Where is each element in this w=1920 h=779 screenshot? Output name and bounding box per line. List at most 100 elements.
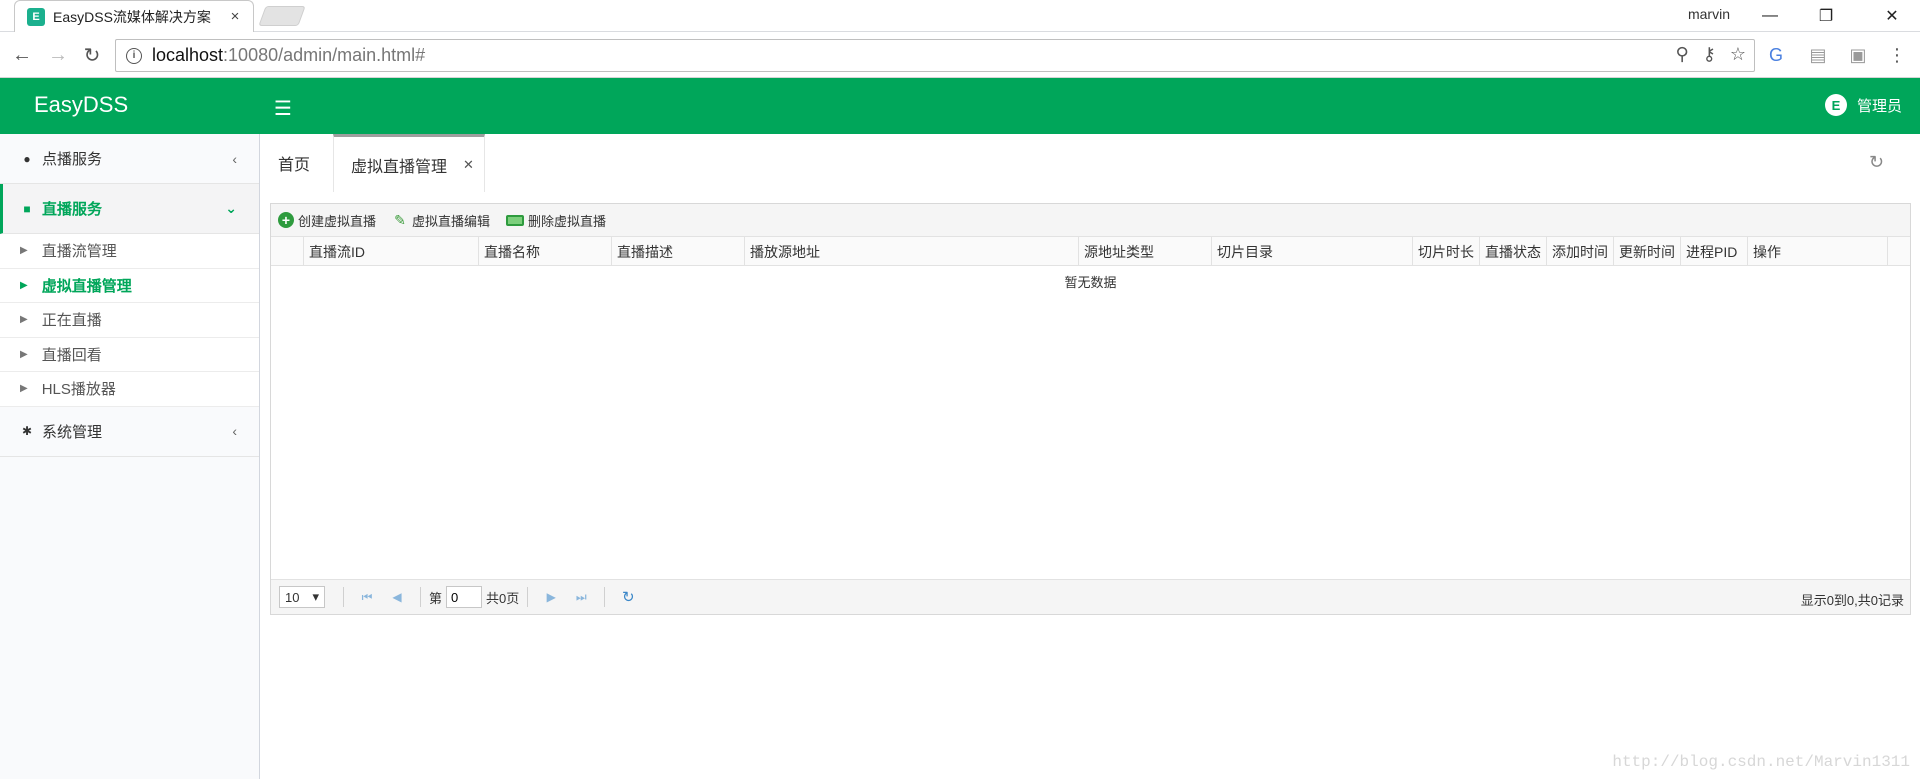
last-page-icon[interactable]: ⏭	[570, 586, 592, 608]
close-tab-icon[interactable]: ×	[227, 8, 243, 25]
gear-icon: ✱	[21, 424, 33, 438]
tab-home[interactable]: 首页	[278, 134, 310, 192]
page-total-label: 共0页	[486, 590, 520, 606]
column-header[interactable]: 更新时间	[1614, 237, 1681, 266]
prev-page-icon[interactable]: ◀	[386, 586, 408, 608]
sidebar-item-label: 虚拟直播管理	[41, 277, 132, 295]
refresh-icon[interactable]: ↻	[1869, 152, 1884, 173]
browser-tab[interactable]: E EasyDSS流媒体解决方案 ×	[14, 0, 254, 32]
tab-virtual-live[interactable]: 虚拟直播管理 ✕	[333, 134, 485, 192]
column-header[interactable]: 直播流ID	[304, 237, 479, 266]
caret-right-icon: ▶	[20, 383, 28, 395]
address-bar[interactable]: i localhost:10080/admin/main.html# ⚲ ⚷ ☆	[115, 39, 1755, 72]
sidebar-item-stream-manage[interactable]: ▶ 直播流管理	[0, 234, 259, 269]
app-logo[interactable]: EasyDSS	[34, 92, 128, 118]
sidebar-item-label: 直播回看	[41, 346, 102, 364]
site-info-icon[interactable]: i	[126, 47, 142, 64]
profile-name[interactable]: marvin	[1688, 6, 1730, 22]
reload-grid-icon[interactable]: ↻	[617, 586, 639, 608]
column-header[interactable]: 播放源地址	[745, 237, 1079, 266]
remove-icon	[506, 214, 525, 226]
caret-right-icon: ▶	[20, 348, 28, 360]
add-icon: +	[278, 212, 294, 228]
reader-extension-icon[interactable]: ▤	[1806, 43, 1830, 67]
pencil-icon: ✎	[394, 211, 406, 228]
translate-extension-icon[interactable]: G	[1764, 43, 1788, 67]
caret-right-icon: ▶	[20, 279, 28, 291]
content-tabs: 首页 虚拟直播管理 ✕ ↻	[261, 134, 1920, 192]
grid-pager: 10 ▾ ⏮ ◀ 第 共0页 ▶ ⏭ ↻ 显示0到0,共0记录	[271, 579, 1910, 614]
column-header[interactable]: 切片时长	[1413, 237, 1480, 266]
chevron-down-icon: ⌄	[225, 200, 237, 216]
minimize-icon[interactable]: —	[1742, 0, 1798, 32]
datagrid-panel: + 创建虚拟直播 ✎ 虚拟直播编辑 删除虚拟直播 直播流ID 直播名称 直播描述…	[270, 203, 1911, 615]
tab-label: 虚拟直播管理	[351, 158, 448, 176]
column-header[interactable]: 进程PID	[1681, 237, 1748, 266]
button-label: 创建虚拟直播	[298, 213, 377, 229]
sidebar-item-hls-player[interactable]: ▶ HLS播放器	[0, 372, 259, 407]
next-page-icon[interactable]: ▶	[540, 586, 562, 608]
grid-toolbar: + 创建虚拟直播 ✎ 虚拟直播编辑 删除虚拟直播	[271, 204, 1910, 237]
sidebar-group-label: 直播服务	[42, 201, 103, 218]
user-name: 管理员	[1856, 97, 1902, 115]
dropdown-arrow-icon: ▾	[312, 589, 319, 604]
column-header[interactable]: 直播名称	[479, 237, 612, 266]
easydss-favicon-icon: E	[27, 7, 45, 26]
sidebar-group-live[interactable]: ■ 直播服务 ⌄	[0, 184, 259, 234]
browser-toolbar: ← → ↻ i localhost:10080/admin/main.html#…	[0, 33, 1920, 78]
back-icon[interactable]: ←	[8, 41, 36, 69]
first-page-icon[interactable]: ⏮	[356, 586, 378, 608]
page-size-select[interactable]: 10 ▾	[279, 586, 325, 608]
column-header[interactable]: 切片目录	[1212, 237, 1413, 266]
sidebar-item-playback[interactable]: ▶ 直播回看	[0, 337, 259, 372]
sidebar-item-label: 直播流管理	[41, 243, 117, 261]
sidebar: ● 点播服务 ‹ ■ 直播服务 ⌄ ▶ 直播流管理 ▶ 虚拟直播管理 ▶ 正在直…	[0, 134, 260, 779]
caret-right-icon: ▶	[20, 245, 28, 257]
column-header[interactable]: 源地址类型	[1079, 237, 1212, 266]
row-number-header	[271, 237, 304, 266]
chevron-left-icon: ‹	[232, 423, 237, 439]
create-virtual-live-button[interactable]: + 创建虚拟直播	[278, 211, 376, 230]
restore-icon[interactable]: ❐	[1798, 0, 1854, 32]
column-header[interactable]: 操作	[1748, 237, 1888, 266]
pdf-extension-icon[interactable]: ▣	[1846, 43, 1870, 67]
column-header[interactable]: 添加时间	[1547, 237, 1614, 266]
play-circle-icon: ●	[23, 151, 31, 166]
sidebar-item-virtual-live[interactable]: ▶ 虚拟直播管理	[0, 268, 259, 303]
caret-right-icon: ▶	[20, 314, 28, 326]
reload-icon[interactable]: ↻	[78, 41, 106, 69]
chevron-left-icon: ‹	[232, 150, 237, 167]
user-menu[interactable]: E 管理员	[1824, 94, 1902, 116]
page-size-value: 10	[285, 589, 300, 605]
key-icon[interactable]: ⚷	[1703, 44, 1716, 65]
forward-icon[interactable]: →	[44, 41, 72, 69]
page-number-input[interactable]	[446, 586, 483, 608]
browser-menu-icon[interactable]: ⋮	[1885, 43, 1909, 67]
button-label: 删除虚拟直播	[528, 213, 607, 229]
sidebar-item-label: 正在直播	[41, 312, 102, 330]
column-header[interactable]: 直播描述	[612, 237, 745, 266]
sidebar-group-system[interactable]: ✱ 系统管理 ‹	[0, 407, 259, 457]
sidebar-item-label: HLS播放器	[41, 381, 116, 399]
pager-separator	[420, 587, 421, 607]
url-text[interactable]: localhost:10080/admin/main.html#	[152, 45, 425, 66]
sidebar-group-label: 点播服务	[42, 151, 103, 168]
watermark: http://blog.csdn.net/Marvin1311	[1612, 753, 1910, 771]
empty-message: 暂无数据	[1064, 275, 1117, 290]
column-header[interactable]: 直播状态	[1480, 237, 1547, 266]
edit-virtual-live-button[interactable]: ✎ 虚拟直播编辑	[392, 211, 490, 230]
sidebar-group-vod[interactable]: ● 点播服务 ‹	[0, 134, 259, 184]
sidebar-toggle-icon[interactable]: ☰	[274, 96, 292, 121]
grid-header: 直播流ID 直播名称 直播描述 播放源地址 源地址类型 切片目录 切片时长 直播…	[271, 237, 1910, 266]
video-camera-icon: ■	[23, 201, 31, 216]
sidebar-item-now-live[interactable]: ▶ 正在直播	[0, 303, 259, 338]
bookmark-star-icon[interactable]: ☆	[1730, 44, 1746, 65]
pager-info: 显示0到0,共0记录	[1800, 593, 1904, 608]
browser-tab-title: EasyDSS流媒体解决方案	[53, 8, 211, 25]
delete-virtual-live-button[interactable]: 删除虚拟直播	[506, 211, 606, 230]
close-tab-icon[interactable]: ✕	[463, 157, 474, 173]
pager-separator	[527, 587, 529, 607]
zoom-icon[interactable]: ⚲	[1675, 44, 1688, 65]
new-tab-button[interactable]	[258, 6, 306, 26]
window-close-icon[interactable]: ✕	[1864, 0, 1920, 32]
